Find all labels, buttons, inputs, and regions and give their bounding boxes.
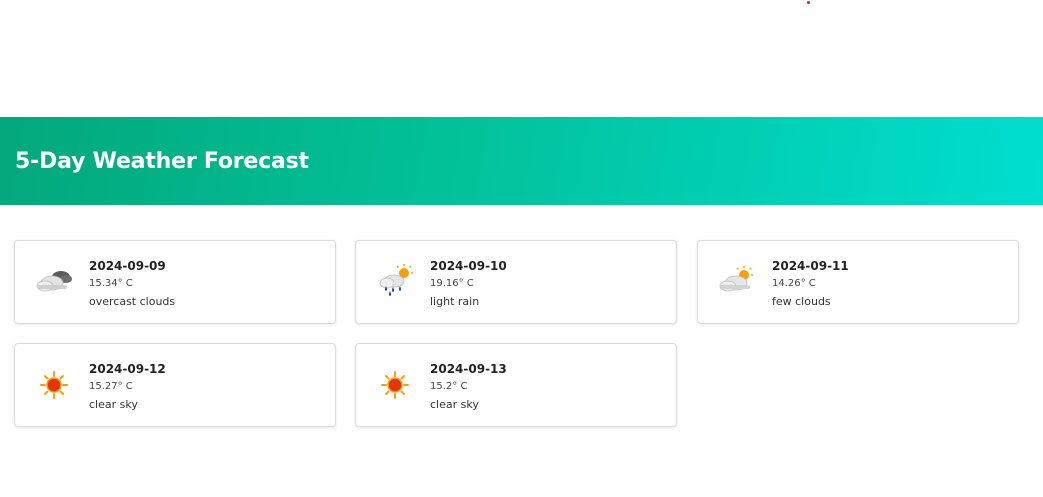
few-clouds-icon — [716, 261, 758, 303]
forecast-date: 2024-09-09 — [89, 259, 166, 273]
forecast-card[interactable]: 2024-09-13 15.2° C clear sky — [355, 343, 677, 427]
forecast-temperature: 19.16° C — [430, 278, 474, 289]
forecast-temperature: 15.2° C — [430, 381, 468, 392]
forecast-description: overcast clouds — [89, 295, 176, 308]
clear-sky-icon — [374, 364, 416, 406]
forecast-date: 2024-09-10 — [430, 259, 507, 273]
forecast-date: 2024-09-11 — [772, 259, 849, 273]
forecast-description: few clouds — [772, 295, 831, 308]
forecast-card[interactable]: 2024-09-11 14.26° C few clouds — [697, 240, 1019, 324]
forecast-temperature: 15.34° C — [89, 278, 133, 289]
forecast-date: 2024-09-12 — [89, 362, 166, 376]
forecast-date: 2024-09-13 — [430, 362, 507, 376]
forecast-banner: 5-Day Weather Forecast — [0, 117, 1043, 205]
overcast-clouds-icon — [33, 261, 75, 303]
clear-sky-icon — [33, 364, 75, 406]
light-rain-icon — [374, 261, 416, 303]
forecast-temperature: 15.27° C — [89, 381, 133, 392]
forecast-temperature: 14.26° C — [772, 278, 816, 289]
page-title: 5-Day Weather Forecast — [15, 148, 309, 174]
forecast-card[interactable]: 2024-09-09 15.34° C overcast clouds — [14, 240, 336, 324]
red-dot — [807, 1, 810, 4]
forecast-card[interactable]: 2024-09-12 15.27° C clear sky — [14, 343, 336, 427]
forecast-description: clear sky — [430, 398, 479, 411]
forecast-card[interactable]: 2024-09-10 19.16° C light rain — [355, 240, 677, 324]
forecast-description: clear sky — [89, 398, 138, 411]
forecast-description: light rain — [430, 295, 480, 308]
